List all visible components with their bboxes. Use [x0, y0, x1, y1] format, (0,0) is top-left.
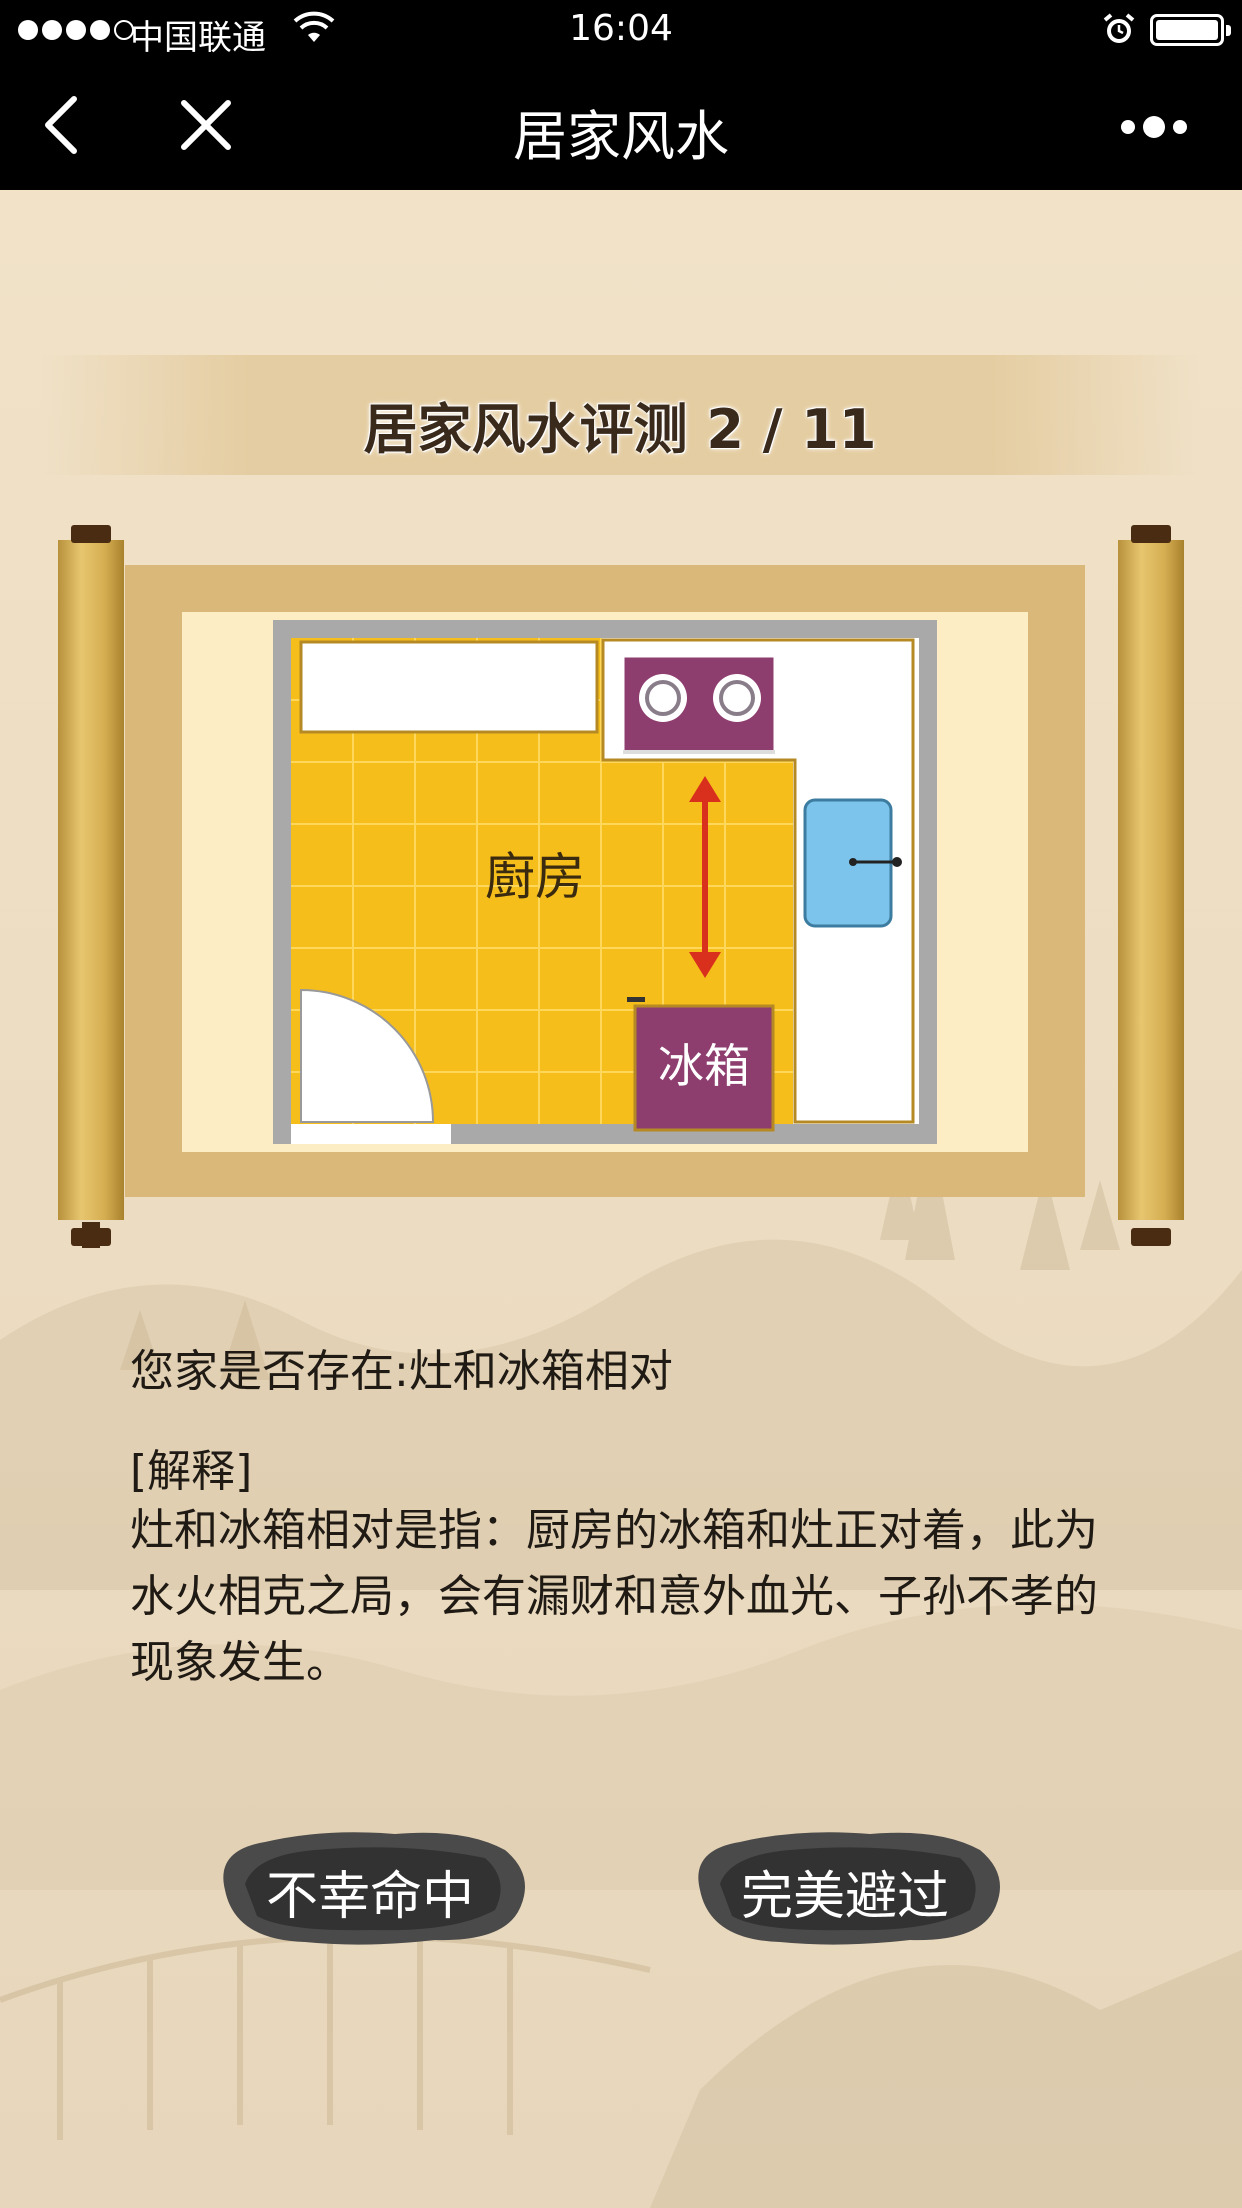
rod-cap-icon	[1131, 1228, 1171, 1246]
status-bar: 中国联通 16:04	[0, 0, 1242, 60]
landscape-background	[0, 190, 1242, 2208]
hit-button[interactable]: 不幸命中	[205, 1820, 535, 1955]
nav-bar: 居家风水	[0, 60, 1242, 190]
avoid-button[interactable]: 完美避过	[680, 1820, 1010, 1955]
avoid-button-label: 完美避过	[740, 1867, 949, 1927]
quiz-question: 您家是否存在:灶和冰箱相对	[130, 1346, 673, 1397]
fridge-label: 冰箱	[658, 1039, 750, 1093]
nav-title: 居家风水	[513, 105, 729, 168]
status-time: 16:04	[569, 8, 673, 49]
explanation-label: [解释]	[130, 1446, 253, 1497]
scroll-rod-right	[1118, 540, 1184, 1220]
quiz-title-banner: 居家风水评测 2 / 11	[40, 355, 1200, 475]
kitchen-diagram: 冰箱 廚房	[273, 620, 937, 1144]
rod-cap-icon	[71, 525, 111, 543]
alarm-icon	[1103, 13, 1135, 43]
quiz-title: 居家风水评测 2 / 11	[363, 398, 877, 461]
scroll-rod-left	[58, 540, 124, 1220]
hit-button-label: 不幸命中	[265, 1867, 474, 1927]
kitchen-label: 廚房	[485, 848, 585, 906]
rod-cap-icon	[1131, 525, 1171, 543]
rod-cap-icon	[71, 1228, 111, 1246]
more-dots-icon[interactable]	[1118, 115, 1190, 139]
battery-icon	[1150, 14, 1231, 46]
explanation-text: 灶和冰箱相对是指：厨房的冰箱和灶正对着，此为水火相克之局，会有漏财和意外血光、子…	[130, 1505, 1098, 1688]
